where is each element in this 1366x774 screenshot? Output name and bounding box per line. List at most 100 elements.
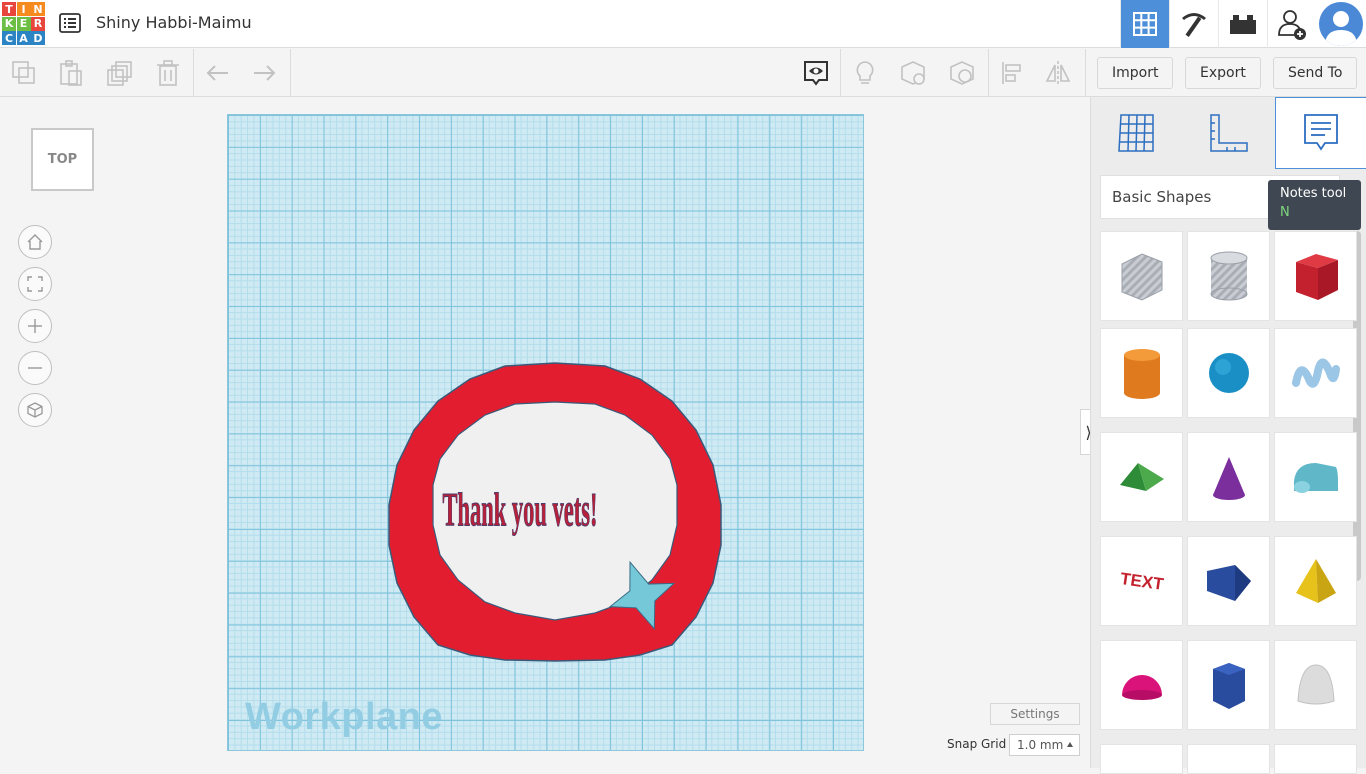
light-bulb-button[interactable] xyxy=(850,58,880,88)
shape-text[interactable]: TEXT xyxy=(1100,536,1183,626)
box-hole-icon xyxy=(1121,253,1162,301)
workplane-grid-icon xyxy=(1118,114,1154,152)
solid-button[interactable] xyxy=(898,58,928,88)
redo-button[interactable] xyxy=(249,58,279,88)
workplane-tool-tab[interactable] xyxy=(1091,97,1183,169)
shape-roof[interactable] xyxy=(1100,432,1183,522)
shape-round-roof[interactable] xyxy=(1274,432,1357,522)
delete-button[interactable] xyxy=(153,58,183,88)
notes-tool-tab[interactable] xyxy=(1275,97,1366,169)
tooltip-shortcut-key: N xyxy=(1280,205,1290,220)
project-title[interactable]: Shiny Habbi-Maimu xyxy=(96,13,252,32)
shape-partial-2[interactable] xyxy=(1187,744,1270,774)
shape-wedge[interactable] xyxy=(1187,536,1270,626)
thank-you-vets-text[interactable]: Thank you vets! xyxy=(442,483,598,537)
tinkercad-logo[interactable]: TIN KER CAD xyxy=(2,2,45,45)
minus-icon xyxy=(28,367,42,369)
design-menu-button[interactable] xyxy=(58,11,82,35)
design-canvas[interactable]: TOP Thank you vets! Workplane Settings S… xyxy=(0,97,1097,768)
shape-box[interactable] xyxy=(1274,231,1357,321)
shape-scribble[interactable] xyxy=(1274,328,1357,418)
shape-cylinder-hole[interactable] xyxy=(1187,231,1270,321)
ruler-icon xyxy=(1210,114,1248,152)
cone-icon xyxy=(1212,457,1245,500)
workplane-label: Workplane xyxy=(245,696,444,738)
duplicate-button[interactable] xyxy=(105,58,135,88)
top-header: TIN KER CAD Shiny Habbi-Maimu xyxy=(0,0,1366,48)
sphere-icon xyxy=(1208,353,1249,393)
plus-icon xyxy=(28,319,42,333)
mirror-button[interactable] xyxy=(1043,58,1073,88)
view-cube[interactable]: TOP xyxy=(31,128,94,191)
add-user-icon xyxy=(1278,10,1306,40)
bricks-view-button[interactable] xyxy=(1218,0,1267,48)
import-button[interactable]: Import xyxy=(1097,57,1174,89)
blocks-view-button[interactable] xyxy=(1169,0,1218,48)
shape-polygon[interactable] xyxy=(1187,640,1270,730)
undo-button[interactable] xyxy=(203,58,233,88)
perspective-button[interactable] xyxy=(18,393,52,427)
home-view-button[interactable] xyxy=(18,225,52,259)
design-model[interactable]: Thank you vets! xyxy=(380,355,730,665)
shape-partial-1[interactable] xyxy=(1100,744,1183,774)
shape-partial-3[interactable] xyxy=(1274,744,1357,774)
3d-design-view-button[interactable] xyxy=(1120,0,1169,48)
logo-letter: E xyxy=(16,16,31,31)
zoom-out-button[interactable] xyxy=(18,351,52,385)
shape-box-hole[interactable] xyxy=(1100,231,1183,321)
hole-button[interactable] xyxy=(947,58,977,88)
align-icon xyxy=(1002,62,1021,84)
grid-view-icon xyxy=(1133,12,1157,36)
shape-half-sphere[interactable] xyxy=(1100,640,1183,730)
export-button[interactable]: Export xyxy=(1185,57,1261,89)
solid-shape-icon xyxy=(901,61,925,85)
snap-grid-select[interactable]: 1.0 mm xyxy=(1009,734,1080,756)
svg-text:TEXT: TEXT xyxy=(1119,569,1165,594)
snap-grid-value: 1.0 mm xyxy=(1017,738,1064,752)
paste-icon xyxy=(60,60,82,86)
show-notes-button[interactable] xyxy=(801,58,831,88)
notes-eye-icon xyxy=(804,61,828,86)
logo-letter: K xyxy=(2,16,16,31)
text-shape-icon: TEXT xyxy=(1119,569,1165,594)
notes-icon xyxy=(1304,114,1338,151)
settings-button[interactable]: Settings xyxy=(990,703,1080,725)
scribble-icon xyxy=(1291,358,1340,388)
shape-sphere[interactable] xyxy=(1187,328,1270,418)
copy-button[interactable] xyxy=(9,58,39,88)
tooltip-title: Notes tool xyxy=(1280,186,1347,201)
panel-tool-tabs xyxy=(1091,97,1366,169)
notes-tool-tooltip: Notes tool N xyxy=(1268,180,1361,230)
user-avatar[interactable] xyxy=(1316,0,1366,48)
copy-icon xyxy=(12,61,35,84)
roof-icon xyxy=(1119,463,1164,491)
lightbulb-icon xyxy=(856,61,874,84)
wedge-icon xyxy=(1206,565,1251,601)
fit-view-button[interactable] xyxy=(18,267,52,301)
zoom-in-button[interactable] xyxy=(18,309,52,343)
duplicate-icon xyxy=(107,61,132,86)
shape-cone[interactable] xyxy=(1187,432,1270,522)
ruler-tool-tab[interactable] xyxy=(1183,97,1275,169)
round-roof-icon xyxy=(1293,463,1338,493)
align-button[interactable] xyxy=(997,58,1027,88)
send-to-button[interactable]: Send To xyxy=(1273,57,1358,89)
shape-category-label: Basic Shapes xyxy=(1112,188,1212,206)
edit-toolbar: Import Export Send To xyxy=(0,49,1366,97)
undo-icon xyxy=(206,65,228,81)
invite-user-button[interactable] xyxy=(1267,0,1316,48)
logo-letter: R xyxy=(31,16,45,31)
hole-shape-icon xyxy=(950,61,974,85)
bricks-icon xyxy=(1230,15,1256,34)
box-icon xyxy=(1295,254,1338,300)
shape-cylinder[interactable] xyxy=(1100,328,1183,418)
polygon-prism-icon xyxy=(1212,663,1245,709)
logo-letter: I xyxy=(16,2,31,16)
cylinder-hole-icon xyxy=(1210,251,1247,301)
logo-letter: A xyxy=(16,31,31,45)
half-sphere-icon xyxy=(1121,675,1162,700)
snap-grid-label: Snap Grid xyxy=(947,737,1007,751)
paste-button[interactable] xyxy=(56,58,86,88)
shape-paraboloid[interactable] xyxy=(1274,640,1357,730)
shape-pyramid[interactable] xyxy=(1274,536,1357,626)
